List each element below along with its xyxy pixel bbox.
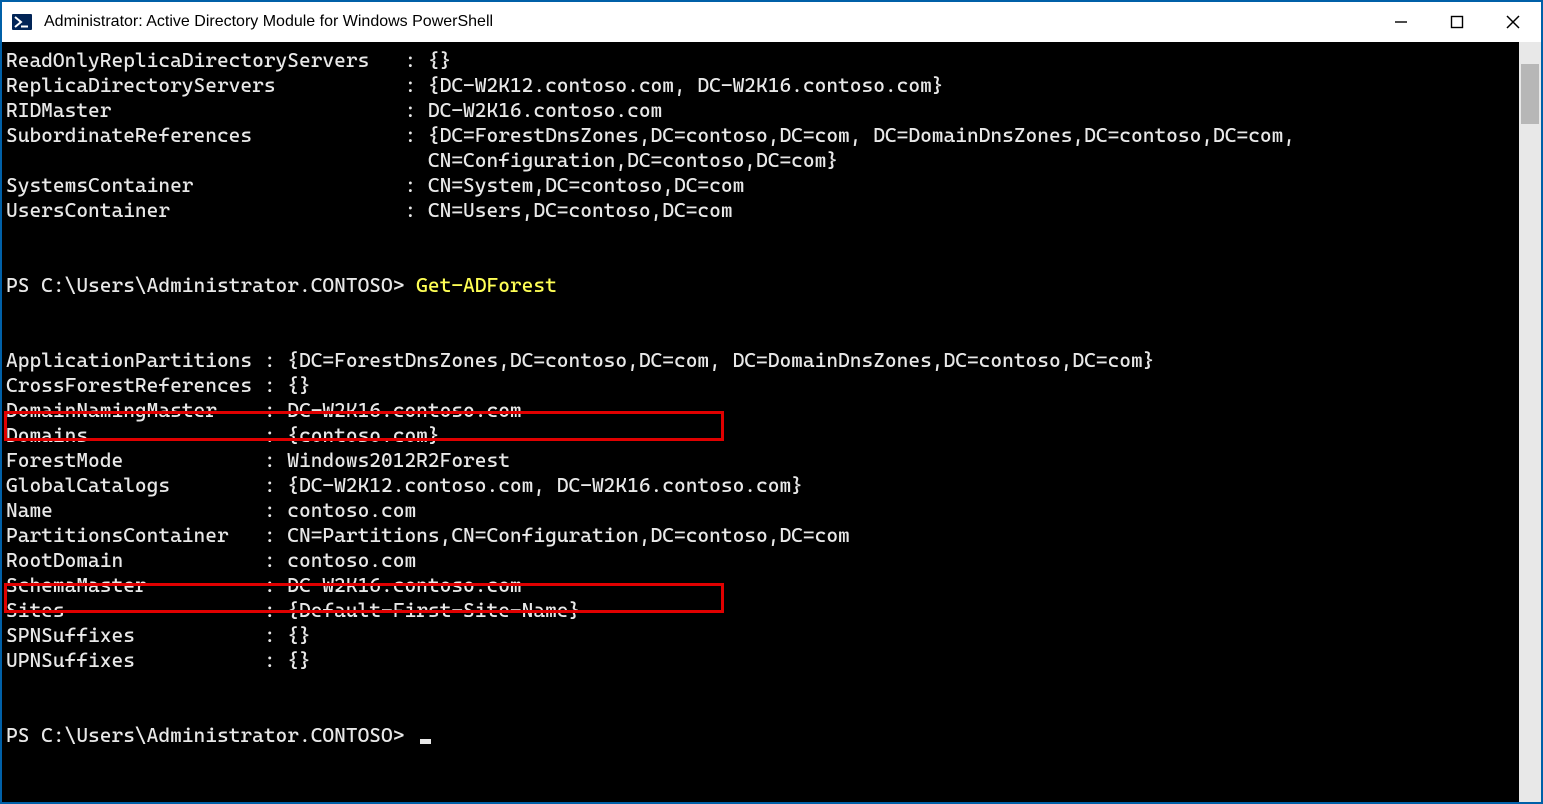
minimize-button[interactable] <box>1373 2 1429 42</box>
maximize-button[interactable] <box>1429 2 1485 42</box>
window-title: Administrator: Active Directory Module f… <box>42 13 1373 31</box>
title-bar[interactable]: Administrator: Active Directory Module f… <box>2 2 1541 42</box>
terminal-output[interactable]: ReadOnlyReplicaDirectoryServers : {} Rep… <box>2 42 1519 802</box>
terminal-area: ReadOnlyReplicaDirectoryServers : {} Rep… <box>2 42 1541 802</box>
vertical-scrollbar[interactable] <box>1519 42 1541 802</box>
close-button[interactable] <box>1485 2 1541 42</box>
powershell-window: Administrator: Active Directory Module f… <box>0 0 1543 804</box>
window-controls <box>1373 2 1541 42</box>
scrollbar-thumb[interactable] <box>1521 64 1539 124</box>
powershell-icon <box>12 12 32 32</box>
